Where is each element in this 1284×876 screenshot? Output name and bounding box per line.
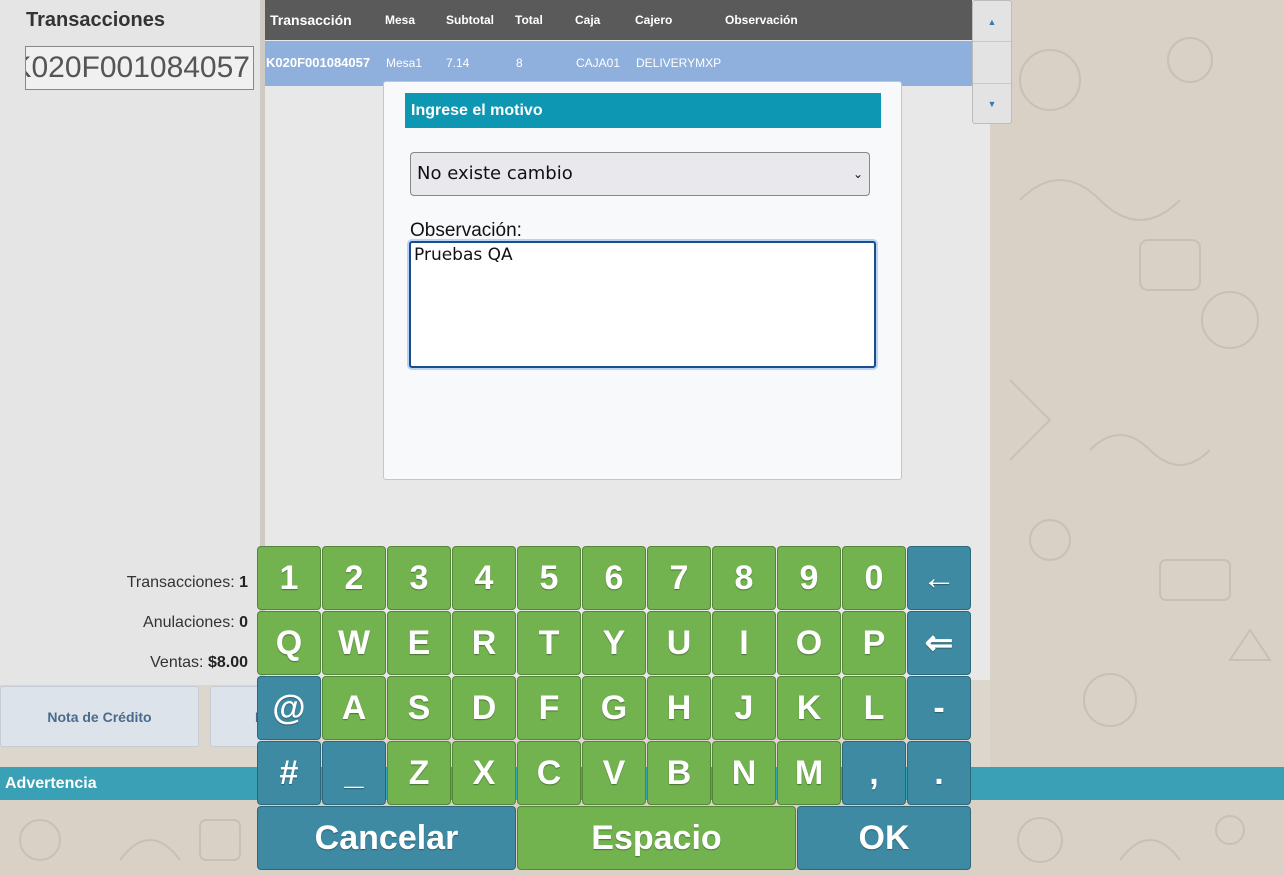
key-g[interactable]: G [582, 676, 646, 740]
key-w[interactable]: W [322, 611, 386, 675]
reason-select-value: No existe cambio [417, 163, 573, 184]
table-cell: CAJA01 [576, 56, 621, 70]
on-screen-keyboard: 1 2 3 4 5 6 7 8 9 0 ← Q W E R T Y U I O … [257, 546, 973, 872]
warning-label: Advertencia [5, 775, 97, 792]
cancel-button[interactable]: Cancelar [257, 806, 516, 870]
stat-sales: Ventas: $8.00 [150, 654, 248, 672]
transaction-search-value: K020F001084057 [25, 51, 250, 84]
key-e[interactable]: E [387, 611, 451, 675]
observation-value: Pruebas QA [414, 245, 513, 265]
observation-textarea[interactable]: Pruebas QA [409, 241, 876, 368]
key-y[interactable]: Y [582, 611, 646, 675]
stat-value: 1 [239, 574, 248, 591]
key-z[interactable]: Z [387, 741, 451, 805]
key-period[interactable]: . [907, 741, 971, 805]
key-i[interactable]: I [712, 611, 776, 675]
key-9[interactable]: 9 [777, 546, 841, 610]
triangle-down-icon: ▼ [987, 98, 997, 109]
key-4[interactable]: 4 [452, 546, 516, 610]
column-header[interactable]: Subtotal [446, 0, 494, 40]
key-p[interactable]: P [842, 611, 906, 675]
key-comma[interactable]: , [842, 741, 906, 805]
stat-label: Anulaciones: [143, 614, 235, 631]
key-1[interactable]: 1 [257, 546, 321, 610]
key-n[interactable]: N [712, 741, 776, 805]
key-5[interactable]: 5 [517, 546, 581, 610]
key-f[interactable]: F [517, 676, 581, 740]
delete-key[interactable]: ⇐ [907, 611, 971, 675]
key-a[interactable]: A [322, 676, 386, 740]
backspace-key[interactable]: ← [907, 546, 971, 610]
chevron-down-icon: ⌄ [852, 167, 863, 181]
key-t[interactable]: T [517, 611, 581, 675]
key-m[interactable]: M [777, 741, 841, 805]
key-u[interactable]: U [647, 611, 711, 675]
key-at[interactable]: @ [257, 676, 321, 740]
column-header[interactable]: Total [515, 0, 543, 40]
key-hyphen[interactable]: - [907, 676, 971, 740]
background-doodle-pattern [990, 0, 1284, 876]
key-hash[interactable]: # [257, 741, 321, 805]
table-row[interactable]: K020F001084057 Mesa1 7.14 8 CAJA01 DELIV… [265, 41, 972, 86]
key-l[interactable]: L [842, 676, 906, 740]
key-h[interactable]: H [647, 676, 711, 740]
column-header[interactable]: Caja [575, 0, 600, 40]
stat-value: 0 [239, 614, 248, 631]
scroll-up-button[interactable]: ▲ [973, 2, 1011, 42]
key-6[interactable]: 6 [582, 546, 646, 610]
key-3[interactable]: 3 [387, 546, 451, 610]
observation-label: Observación: [410, 220, 522, 241]
grid-header: Transacción Mesa Subtotal Total Caja Caj… [265, 0, 972, 40]
key-s[interactable]: S [387, 676, 451, 740]
reason-dialog: Ingrese el motivo No existe cambio ⌄ Obs… [383, 81, 902, 480]
key-v[interactable]: V [582, 741, 646, 805]
key-0[interactable]: 0 [842, 546, 906, 610]
scroll-down-button[interactable]: ▼ [973, 83, 1011, 123]
key-underscore[interactable]: _ [322, 741, 386, 805]
table-cell: DELIVERYMXP [636, 56, 722, 70]
stat-label: Ventas: [150, 654, 204, 671]
credit-note-button[interactable]: Nota de Crédito [0, 686, 199, 747]
key-8[interactable]: 8 [712, 546, 776, 610]
grid-scrollbar[interactable]: ▲ ▼ [972, 0, 1012, 124]
stat-value: $8.00 [207, 654, 248, 671]
column-header[interactable]: Mesa [385, 0, 415, 40]
triangle-up-icon: ▲ [987, 16, 997, 27]
credit-note-label: Nota de Crédito [47, 708, 152, 725]
table-cell: K020F001084057 [266, 55, 371, 70]
column-header[interactable]: Observación [725, 0, 798, 40]
key-2[interactable]: 2 [322, 546, 386, 610]
transaction-search-input[interactable]: K020F001084057 [25, 46, 254, 90]
space-key[interactable]: Espacio [517, 806, 796, 870]
stat-cancellations: Anulaciones: 0 [143, 614, 248, 632]
key-k[interactable]: K [777, 676, 841, 740]
key-o[interactable]: O [777, 611, 841, 675]
reason-select[interactable]: No existe cambio ⌄ [410, 152, 870, 196]
ok-button[interactable]: OK [797, 806, 971, 870]
key-d[interactable]: D [452, 676, 516, 740]
key-j[interactable]: J [712, 676, 776, 740]
table-cell: Mesa1 [386, 56, 423, 70]
column-header[interactable]: Cajero [635, 0, 672, 40]
key-x[interactable]: X [452, 741, 516, 805]
panel-title: Transacciones [26, 9, 165, 31]
column-header[interactable]: Transacción [270, 0, 352, 40]
stat-transactions: Transacciones: 1 [127, 574, 248, 592]
table-cell: 8 [516, 56, 523, 70]
key-q[interactable]: Q [257, 611, 321, 675]
dialog-title: Ingrese el motivo [405, 93, 881, 128]
stat-label: Transacciones: [126, 574, 235, 591]
key-c[interactable]: C [517, 741, 581, 805]
key-b[interactable]: B [647, 741, 711, 805]
table-cell: 7.14 [446, 56, 470, 70]
key-7[interactable]: 7 [647, 546, 711, 610]
key-r[interactable]: R [452, 611, 516, 675]
